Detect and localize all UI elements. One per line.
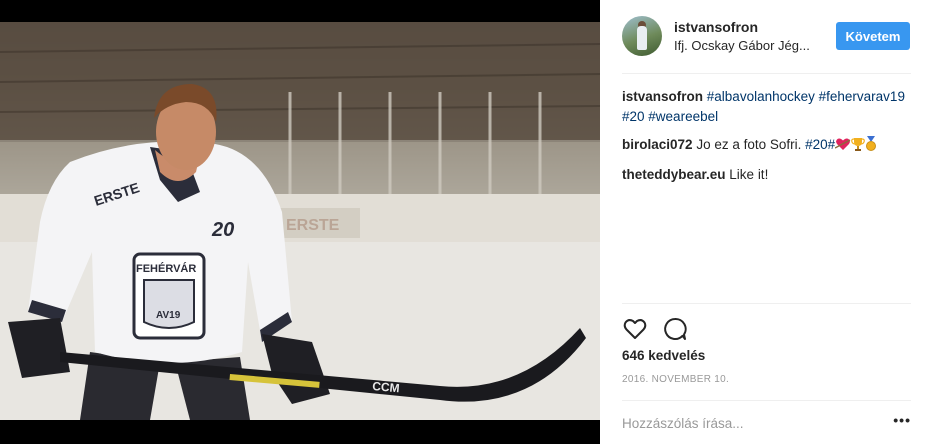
hashtag-link[interactable]: #albavolanhockey — [707, 89, 815, 104]
heart-icon[interactable] — [622, 316, 648, 342]
hashtag-link[interactable]: #20 — [622, 109, 645, 124]
hashtag-link[interactable]: #weareebel — [648, 109, 718, 124]
photo-pane: ERSTE FEHÉRVÁR AV19 20 ERSTE CCM — [0, 0, 600, 444]
jersey-team-text: FEHÉRVÁR — [136, 262, 196, 275]
hashtag-link[interactable]: #fehervarav19 — [819, 89, 905, 104]
comment-item: theteddybear.eu Like it! — [622, 165, 911, 185]
stick-brand-text: CCM — [372, 379, 400, 395]
medal-icon — [865, 136, 877, 157]
comment-username[interactable]: birolaci072 — [622, 137, 693, 152]
avatar-figure-shape — [637, 26, 647, 50]
add-comment-bar: ••• — [622, 400, 911, 444]
heart-arrow-icon — [834, 137, 851, 157]
follow-button[interactable]: Követem — [836, 22, 910, 50]
caption: istvansofron #albavolanhockey #fehervara… — [622, 87, 911, 127]
post-location[interactable]: Ifj. Ocskay Gábor Jég... — [674, 38, 824, 53]
comment-text: Like it! — [729, 167, 769, 182]
comments-list: istvansofron #albavolanhockey #fehervara… — [622, 87, 911, 193]
post-actions: 646 kedvelés 2016. NOVEMBER 10. — [622, 303, 911, 411]
board-sponsor-text: ERSTE — [286, 217, 340, 234]
post-sidebar: istvansofron Ifj. Ocskay Gábor Jég... Kö… — [600, 0, 934, 444]
post-header: istvansofron Ifj. Ocskay Gábor Jég... Kö… — [622, 16, 911, 74]
post-date: 2016. NOVEMBER 10. — [622, 374, 730, 385]
trophy-icon — [851, 137, 866, 157]
likes-count[interactable]: 646 kedvelés — [622, 348, 705, 363]
more-options-icon[interactable]: ••• — [893, 412, 911, 428]
comment-input[interactable] — [622, 413, 872, 433]
jersey-number: 20 — [211, 219, 234, 241]
comment-icon[interactable] — [662, 316, 688, 342]
hockey-player-image: ERSTE FEHÉRVÁR AV19 20 ERSTE CCM — [0, 22, 600, 420]
comment-username[interactable]: theteddybear.eu — [622, 167, 726, 182]
jersey-sub-text: AV19 — [156, 310, 181, 321]
hashtag-link[interactable]: #20# — [805, 137, 835, 152]
comment-text: Jo ez a foto Sofri. — [696, 137, 802, 152]
post-photo[interactable]: ERSTE FEHÉRVÁR AV19 20 ERSTE CCM — [0, 22, 600, 420]
caption-author[interactable]: istvansofron — [622, 89, 703, 104]
comment-item: birolaci072 Jo ez a foto Sofri. #20# — [622, 135, 911, 157]
author-username[interactable]: istvansofron — [674, 19, 758, 35]
avatar[interactable] — [622, 16, 662, 56]
